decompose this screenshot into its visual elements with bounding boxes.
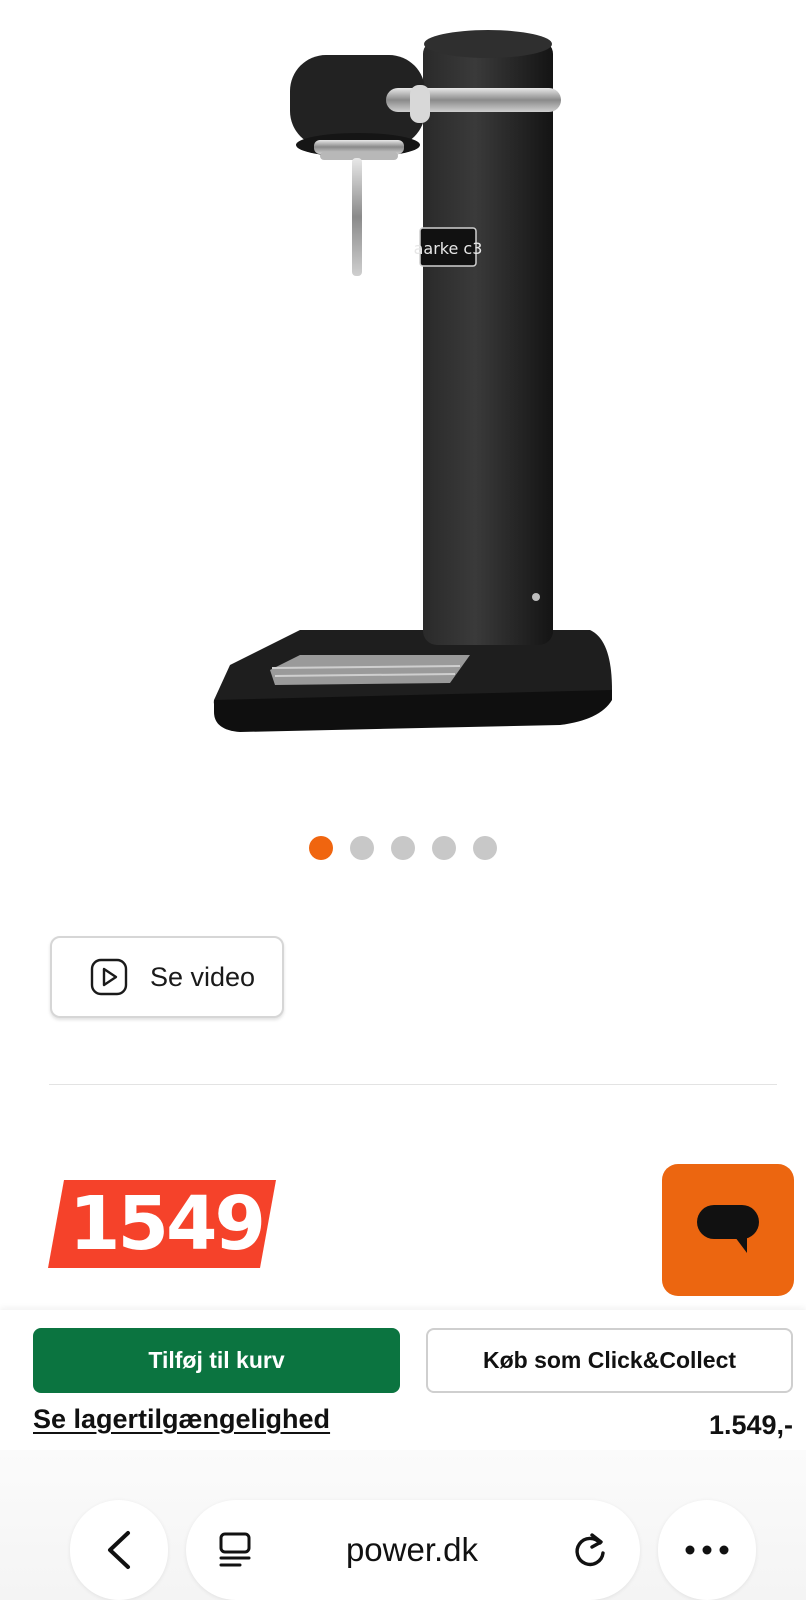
address-bar[interactable]: power.dk — [186, 1500, 640, 1600]
chat-button[interactable] — [662, 1164, 794, 1296]
reload-icon[interactable] — [572, 1531, 608, 1569]
brand-mark: aarke c3 — [414, 239, 483, 258]
divider — [49, 1084, 777, 1085]
stock-availability-link[interactable]: Se lagertilgængelighed — [33, 1404, 330, 1435]
carousel-dot[interactable] — [432, 836, 456, 860]
price-badge-value: 1549 — [69, 1181, 266, 1267]
tabs-icon[interactable] — [218, 1531, 252, 1569]
price-badge: 1549 — [48, 1180, 276, 1268]
add-to-cart-button[interactable]: Tilføj til kurv — [33, 1328, 400, 1393]
sticky-price: 1.549,- — [708, 1410, 793, 1440]
more-button[interactable] — [658, 1500, 756, 1600]
more-icon — [685, 1545, 729, 1555]
carousel-dot[interactable] — [473, 836, 497, 860]
play-icon — [90, 958, 128, 996]
carousel-dot[interactable] — [350, 836, 374, 860]
see-video-label: Se video — [150, 961, 256, 992]
soda-maker-illustration: aarke c3 — [213, 30, 613, 732]
click-collect-button[interactable]: Køb som Click&Collect — [426, 1328, 793, 1393]
carousel-dot[interactable] — [391, 836, 415, 860]
back-button[interactable] — [70, 1500, 168, 1600]
carousel-dot[interactable] — [309, 836, 333, 860]
purchase-action-bar: Tilføj til kurv Køb som Click&Collect Se… — [0, 1310, 806, 1450]
back-icon — [108, 1531, 130, 1569]
carousel-indicator — [0, 836, 806, 860]
product-image[interactable]: aarke c3 — [0, 0, 806, 780]
chat-bubble-icon — [697, 1205, 759, 1253]
see-video-button[interactable]: Se video — [50, 936, 284, 1018]
url-text: power.dk — [345, 1531, 479, 1568]
browser-toolbar: power.dk — [0, 1450, 806, 1600]
